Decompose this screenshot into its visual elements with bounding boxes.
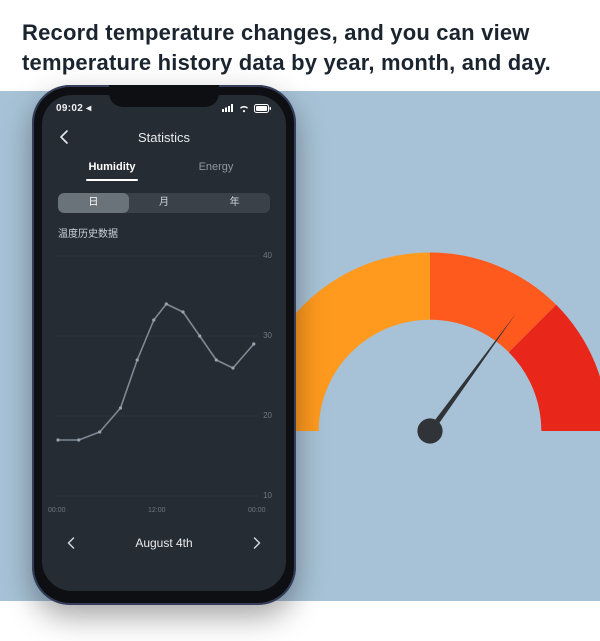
back-button[interactable] [54,127,74,147]
tabs: Humidity Energy [42,153,286,187]
x-tick-label: 00:00 [248,507,266,514]
segment-day[interactable]: 日 [58,193,129,213]
tab-humidity[interactable]: Humidity [60,157,164,181]
phone-notch [109,85,219,107]
section-label: 温度历史数据 [42,213,286,244]
phone-screen: 09:02 ◂ Statistics Humidity Energy 日 [42,95,286,591]
status-time: 09:02 ◂ [56,103,91,114]
date-label: August 4th [135,536,192,550]
y-tick-label: 20 [263,411,272,420]
segment-year[interactable]: 年 [199,193,270,213]
x-tick-label: 12:00 [148,507,166,514]
date-navigator: August 4th [42,522,286,566]
x-tick-label: 00:00 [48,507,66,514]
chevron-left-icon [59,130,69,144]
signal-icon [222,104,234,112]
chart-line [58,304,254,440]
segmented-control: 日 月 年 [58,193,270,213]
graphic-stage: 09:02 ◂ Statistics Humidity Energy 日 [0,91,600,601]
screen-nav: Statistics [42,121,286,153]
date-next-button[interactable] [246,532,268,554]
page-title: Statistics [138,130,190,145]
date-prev-button[interactable] [60,532,82,554]
chart-grid [58,256,258,496]
battery-icon [254,104,272,113]
y-tick-label: 10 [263,491,272,500]
chevron-left-icon [67,537,75,549]
phone-frame: 09:02 ◂ Statistics Humidity Energy 日 [32,85,296,605]
y-tick-label: 40 [263,251,272,260]
y-tick-label: 30 [263,331,272,340]
history-chart[interactable]: 10203040 00:0012:0000:00 [52,246,276,516]
chart-dots [56,303,255,442]
tab-energy[interactable]: Energy [164,157,268,181]
wifi-icon [238,104,250,113]
headline-text: Record temperature changes, and you can … [0,0,600,91]
gauge-hub [417,419,442,444]
segment-month[interactable]: 月 [129,193,200,213]
chevron-right-icon [253,537,261,549]
